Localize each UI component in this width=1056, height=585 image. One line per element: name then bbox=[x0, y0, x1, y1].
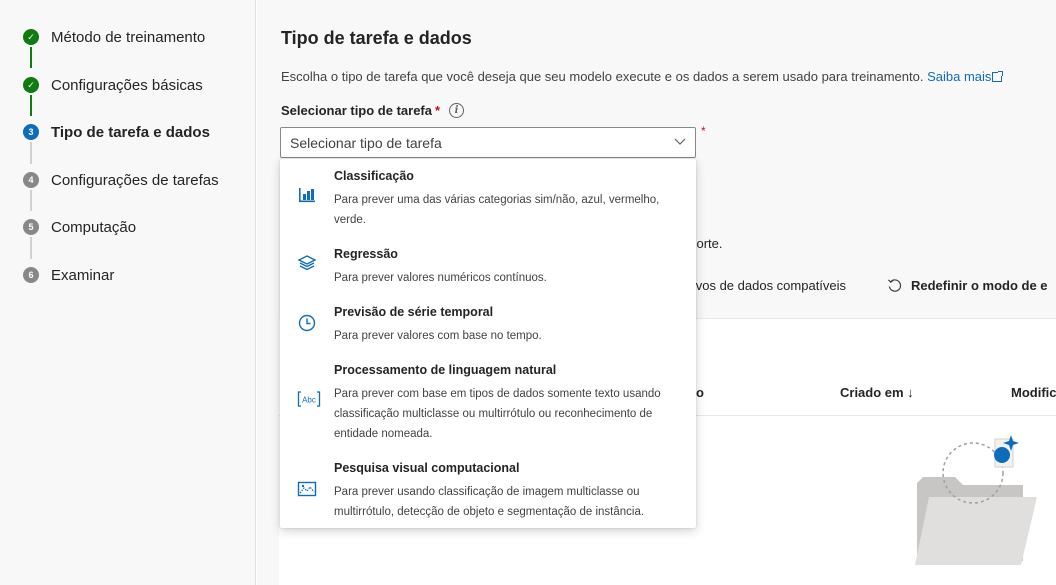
option-title: Previsão de série temporal bbox=[334, 305, 494, 319]
task-type-menu: Classificação Para prever uma das várias… bbox=[280, 159, 696, 528]
text-abc-icon: Abc bbox=[297, 391, 321, 407]
menu-option-computer-vision[interactable]: Pesquisa visual computacional Para preve… bbox=[280, 461, 696, 523]
dropdown-placeholder: Selecionar tipo de tarefa bbox=[290, 134, 442, 151]
wizard-step-task-type-data[interactable]: 3 Tipo de tarefa e dados bbox=[23, 121, 210, 143]
option-title: Regressão bbox=[334, 247, 398, 261]
option-description: Para prever usando classificação de imag… bbox=[334, 486, 645, 518]
check-icon: ✓ bbox=[23, 77, 39, 93]
step-connector bbox=[30, 47, 32, 68]
clock-icon bbox=[298, 314, 316, 332]
wizard-step-review[interactable]: 6 Examinar bbox=[23, 264, 114, 286]
menu-option-nlp[interactable]: Abc Processamento de linguagem natural P… bbox=[280, 363, 696, 451]
wizard-step-label: Computação bbox=[51, 218, 137, 236]
option-title: Classificação bbox=[334, 169, 414, 183]
page-title: Tipo de tarefa e dados bbox=[281, 28, 472, 48]
required-asterisk: * bbox=[435, 103, 441, 118]
wizard-step-label: Método de treinamento bbox=[51, 28, 206, 46]
option-title: Pesquisa visual computacional bbox=[334, 461, 520, 475]
reset-view-button[interactable]: Redefinir o modo de e bbox=[887, 278, 1048, 293]
menu-option-regression[interactable]: Regressão Para prever valores numéricos … bbox=[280, 247, 696, 295]
task-type-dropdown[interactable]: Selecionar tipo de tarefa bbox=[280, 127, 696, 158]
info-icon[interactable]: i bbox=[449, 103, 465, 118]
image-icon bbox=[297, 481, 317, 497]
step-number-badge: 5 bbox=[23, 219, 39, 235]
svg-text:Abc: Abc bbox=[302, 396, 316, 405]
option-description: Para prever valores numéricos contínuos. bbox=[334, 272, 547, 284]
layers-icon bbox=[297, 255, 317, 271]
wizard-step-compute[interactable]: 5 Computação bbox=[23, 216, 136, 238]
step-connector bbox=[30, 190, 32, 211]
empty-folder-illustration bbox=[915, 435, 1037, 565]
step-number-badge: 3 bbox=[23, 124, 39, 140]
task-type-label-text: Selecionar tipo de tarefa bbox=[281, 103, 432, 118]
wizard-step-label: Configurações básicas bbox=[51, 76, 203, 94]
option-description: Para prever uma das várias categorias si… bbox=[334, 194, 660, 226]
column-header: o bbox=[696, 385, 704, 400]
wizard-step-label: Examinar bbox=[51, 266, 115, 284]
wizard-step-task-settings[interactable]: 4 Configurações de tarefas bbox=[23, 169, 219, 191]
chevron-down-icon bbox=[674, 138, 686, 145]
reset-icon bbox=[887, 279, 902, 292]
step-connector bbox=[30, 142, 32, 164]
step-number-badge: 4 bbox=[23, 172, 39, 188]
column-header-modified[interactable]: Modific bbox=[1011, 385, 1056, 400]
step-number-badge: 6 bbox=[23, 267, 39, 283]
wizard-step-label: Tipo de tarefa e dados bbox=[51, 123, 210, 141]
learn-more-link[interactable]: Saiba mais bbox=[927, 69, 1004, 84]
column-header-created[interactable]: Criado em ↓ bbox=[840, 385, 914, 400]
menu-option-classification[interactable]: Classificação Para prever uma das várias… bbox=[280, 169, 696, 237]
compatible-assets-toggle[interactable]: ativos de dados compatíveis bbox=[682, 278, 846, 293]
learn-more-label: Saiba mais bbox=[927, 69, 992, 84]
wizard-step-label: Configurações de tarefas bbox=[51, 171, 219, 189]
task-type-label: Selecionar tipo de tarefa * i bbox=[281, 103, 465, 118]
option-title: Processamento de linguagem natural bbox=[334, 363, 557, 377]
wizard-sidebar: ✓ Método de treinamento ✓ Configurações … bbox=[0, 0, 256, 585]
step-connector bbox=[30, 237, 32, 259]
description-text: Escolha o tipo de tarefa que você deseja… bbox=[281, 69, 924, 84]
option-description: Para prever valores com base no tempo. bbox=[334, 330, 542, 342]
menu-option-time-series[interactable]: Previsão de série temporal Para prever v… bbox=[280, 305, 696, 353]
external-link-icon bbox=[992, 71, 1004, 82]
bar-chart-icon bbox=[299, 188, 315, 203]
wizard-step-basic-settings[interactable]: ✓ Configurações básicas bbox=[23, 74, 203, 96]
step-connector bbox=[30, 95, 32, 116]
required-asterisk: * bbox=[701, 124, 706, 138]
page-description: Escolha o tipo de tarefa que você deseja… bbox=[281, 69, 1004, 84]
check-icon: ✓ bbox=[23, 29, 39, 45]
reset-view-label: Redefinir o modo de e bbox=[911, 278, 1048, 293]
wizard-step-training-method[interactable]: ✓ Método de treinamento bbox=[23, 26, 205, 48]
option-description: Para prever com base em tipos de dados s… bbox=[334, 388, 661, 440]
